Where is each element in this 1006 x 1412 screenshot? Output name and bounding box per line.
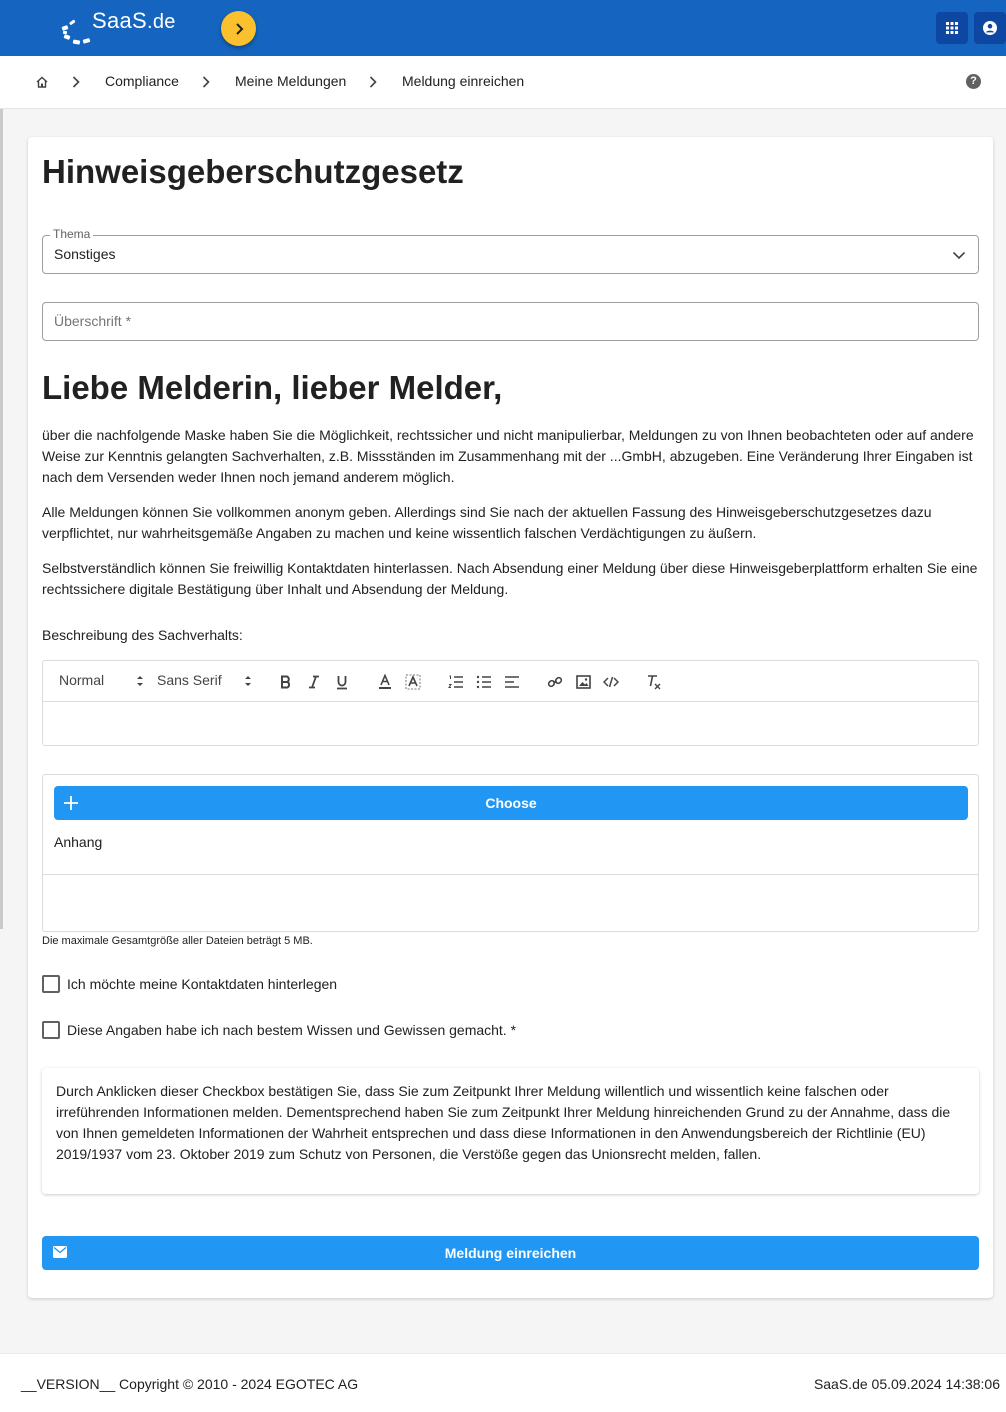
- text-size-select[interactable]: Normal: [59, 672, 104, 688]
- chevron-right-icon: [72, 76, 80, 88]
- underline-button[interactable]: [332, 672, 352, 692]
- intro-paragraph-3: Selbstverständlich können Sie freiwillig…: [42, 560, 978, 597]
- truth-confirmation-checkbox-label[interactable]: Diese Angaben habe ich nach bestem Wisse…: [67, 1022, 516, 1038]
- intro-paragraph-2: Alle Meldungen können Sie vollkommen ano…: [42, 504, 932, 541]
- upload-size-hint: Die maximale Gesamtgröße aller Dateien b…: [42, 935, 313, 947]
- brand-tld: .de: [147, 11, 176, 33]
- user-account-button[interactable]: [974, 12, 1006, 44]
- truth-confirmation-checkbox-row[interactable]: Diese Angaben habe ich nach bestem Wisse…: [42, 1021, 516, 1039]
- breadcrumb-item-compliance[interactable]: Compliance: [105, 73, 179, 89]
- topic-select[interactable]: Thema Sonstiges: [42, 227, 979, 274]
- choose-file-label: Choose: [485, 795, 537, 811]
- help-icon[interactable]: ?: [966, 74, 981, 89]
- select-arrows-icon: [245, 676, 251, 686]
- attachment-label: Anhang: [54, 834, 103, 850]
- contact-data-checkbox-label[interactable]: Ich möchte meine Kontaktdaten hinterlege…: [67, 976, 337, 992]
- sidebar-toggle-button[interactable]: [221, 11, 256, 46]
- link-button[interactable]: [545, 672, 565, 692]
- clear-format-button[interactable]: [644, 672, 664, 692]
- topic-select-label: Thema: [50, 227, 94, 241]
- heading-input[interactable]: Überschrift *: [42, 302, 979, 341]
- text-color-button[interactable]: [375, 672, 395, 692]
- brand-name: SaaS: [92, 8, 148, 33]
- home-icon[interactable]: [35, 75, 49, 89]
- ordered-list-icon: [448, 675, 463, 688]
- file-drop-zone-divider: [43, 874, 978, 875]
- align-button[interactable]: [502, 672, 522, 692]
- saas-logo[interactable]: SaaS.de: [60, 4, 190, 48]
- background-color-button[interactable]: [403, 672, 423, 692]
- intro-paragraph-1: über die nachfolgende Maske haben Sie di…: [42, 427, 974, 485]
- file-upload: Choose Anhang: [42, 774, 979, 932]
- editor-toolbar: Normal Sans Serif: [43, 661, 978, 702]
- image-icon: [575, 675, 591, 689]
- grid-icon: [946, 22, 958, 34]
- ordered-list-button[interactable]: [446, 672, 466, 692]
- greeting-heading: Liebe Melderin, lieber Melder,: [42, 369, 503, 406]
- image-button[interactable]: [573, 672, 593, 692]
- truth-confirmation-checkbox[interactable]: [42, 1021, 60, 1039]
- contact-data-checkbox-row[interactable]: Ich möchte meine Kontaktdaten hinterlege…: [42, 975, 337, 993]
- link-icon: [547, 676, 563, 688]
- code-block-button[interactable]: [601, 672, 621, 692]
- confirmation-notice: Durch Anklicken dieser Checkbox bestätig…: [42, 1068, 979, 1194]
- top-app-bar: SaaS.de: [0, 0, 1006, 56]
- bullet-list-button[interactable]: [474, 672, 494, 692]
- choose-file-button[interactable]: Choose: [54, 786, 968, 820]
- user-icon: [983, 21, 997, 35]
- underline-icon: [337, 675, 347, 689]
- description-label: Beschreibung des Sachverhalts:: [42, 627, 243, 643]
- sidebar-edge: [0, 109, 3, 929]
- chevron-right-icon: [235, 22, 243, 35]
- select-arrows-icon: [137, 676, 143, 686]
- confirmation-notice-text: Durch Anklicken dieser Checkbox bestätig…: [56, 1083, 951, 1162]
- report-form-card: Hinweisgeberschutzgesetz Thema Sonstiges…: [28, 137, 993, 1298]
- breadcrumb-item-current: Meldung einreichen: [402, 73, 525, 89]
- chevron-right-icon: [369, 76, 377, 88]
- page-footer: __VERSION__ Copyright © 2010 - 2024 EGOT…: [0, 1353, 1006, 1412]
- bold-icon: [281, 675, 290, 689]
- envelope-icon: [53, 1246, 67, 1258]
- font-family-select[interactable]: Sans Serif: [157, 672, 222, 688]
- align-left-icon: [505, 676, 519, 688]
- footer-copyright: __VERSION__ Copyright © 2010 - 2024 EGOT…: [21, 1376, 359, 1392]
- code-icon: [603, 676, 619, 688]
- highlight-icon: [405, 674, 421, 690]
- chevron-down-icon: [952, 251, 966, 260]
- heading-input-placeholder: Überschrift *: [54, 313, 132, 329]
- plus-icon: [64, 796, 78, 810]
- submit-report-label: Meldung einreichen: [444, 1245, 577, 1261]
- apps-button[interactable]: [936, 12, 968, 44]
- page-title: Hinweisgeberschutzgesetz: [42, 153, 464, 190]
- topic-select-value: Sonstiges: [54, 246, 116, 262]
- footer-timestamp: SaaS.de 05.09.2024 14:38:06: [813, 1376, 1000, 1392]
- text-color-icon: [379, 674, 391, 689]
- italic-button[interactable]: [304, 672, 324, 692]
- italic-icon: [309, 675, 319, 689]
- submit-report-button[interactable]: Meldung einreichen: [42, 1236, 979, 1270]
- bold-button[interactable]: [276, 672, 296, 692]
- breadcrumb: Compliance Meine Meldungen Meldung einre…: [0, 56, 1006, 109]
- clear-format-icon: [648, 675, 661, 690]
- bullet-list-icon: [476, 675, 491, 689]
- chevron-right-icon: [202, 76, 210, 88]
- rich-text-editor: Normal Sans Serif: [42, 660, 979, 746]
- contact-data-checkbox[interactable]: [42, 975, 60, 993]
- breadcrumb-item-meine-meldungen[interactable]: Meine Meldungen: [235, 73, 346, 89]
